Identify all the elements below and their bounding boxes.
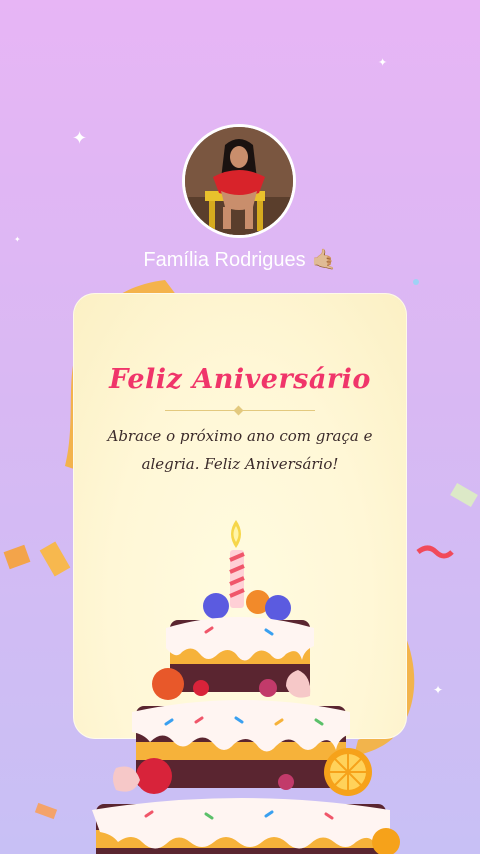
birthday-cake-icon [92,520,400,854]
profile-name: Família Rodrigues 🤙🏼 [0,247,480,272]
hand-emoji-icon: 🤙🏼 [311,247,337,271]
card-title: Feliz Aniversário [109,364,371,395]
card-message: Abrace o próximo ano com graça e alegria… [107,427,373,473]
avatar[interactable] [182,124,296,238]
profile-name-text: Família Rodrigues [143,249,306,271]
